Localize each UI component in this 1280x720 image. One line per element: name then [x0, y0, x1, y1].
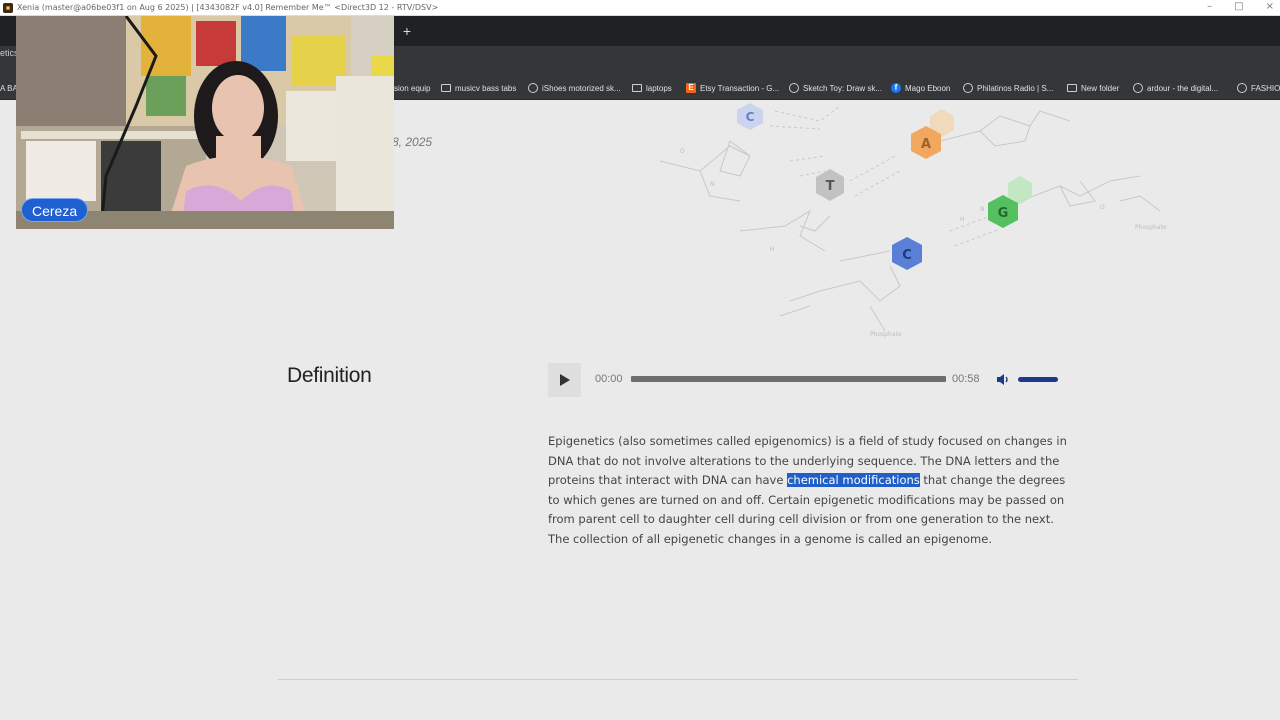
audio-progress-bar[interactable] [631, 376, 946, 382]
audio-player: 00:00 00:58 [548, 363, 1068, 397]
bookmark-label: Philatinos Radio | S... [977, 83, 1054, 93]
current-time: 00:00 [595, 373, 623, 385]
globe-icon [963, 83, 973, 93]
bookmark-item[interactable]: ardour - the digital... [1133, 81, 1218, 95]
bookmark-label: New folder [1081, 83, 1120, 93]
bookmark-item[interactable]: FASHION [1237, 81, 1280, 95]
bookmark-item[interactable]: Philatinos Radio | S... [963, 81, 1053, 95]
window-title: Xenia (master@a06be03f1 on Aug 6 2025) |… [17, 3, 439, 12]
etsy-icon: E [686, 83, 696, 93]
dna-base-label: T [826, 179, 835, 194]
svg-text:H: H [960, 216, 965, 223]
dna-base-label: G [998, 206, 1009, 221]
svg-text:Phosphate: Phosphate [1135, 224, 1167, 231]
partial-tab-label[interactable]: etics [0, 48, 16, 62]
play-button[interactable] [548, 363, 581, 397]
minimize-button[interactable]: – [1207, 1, 1212, 12]
selected-text[interactable]: chemical modifications [787, 473, 920, 487]
svg-text:N: N [710, 181, 715, 188]
dna-base-label: C [902, 248, 912, 263]
webcam-overlay: Cereza [16, 16, 394, 229]
bookmark-label: Etsy Transaction - G... [700, 83, 780, 93]
window-controls: – □ × [1207, 1, 1274, 12]
svg-text:Phosphate: Phosphate [870, 331, 902, 338]
section-heading: Definition [287, 364, 372, 387]
svg-text:N: N [980, 206, 985, 213]
close-button[interactable]: × [1266, 1, 1274, 12]
folder-icon [441, 84, 451, 92]
bookmark-label: Mago Eboon [905, 83, 951, 93]
duration-time: 00:58 [952, 373, 980, 385]
definition-paragraph: Epigenetics (also sometimes called epige… [548, 432, 1068, 549]
bookmark-item[interactable]: Sketch Toy: Draw sk... [789, 81, 882, 95]
svg-text:O: O [680, 148, 685, 155]
article-date: 8, 2025 [392, 135, 433, 149]
bookmark-item[interactable]: E Etsy Transaction - G... [686, 81, 779, 95]
bookmark-item[interactable]: sion equip [394, 81, 430, 95]
dna-base-label: C [746, 110, 755, 124]
bookmark-item[interactable]: musicv bass tabs [441, 81, 516, 95]
bookmark-label: ardour - the digital... [1147, 83, 1219, 93]
content-divider [278, 679, 1078, 680]
bookmark-label: laptops [646, 83, 672, 93]
globe-icon [528, 83, 538, 93]
globe-icon [789, 83, 799, 93]
bookmark-label: iShoes motorized sk... [542, 83, 621, 93]
volume-slider[interactable] [1018, 377, 1058, 382]
folder-icon [632, 84, 642, 92]
xenia-app-icon [3, 2, 13, 13]
folder-icon [1067, 84, 1077, 92]
bookmark-item[interactable]: iShoes motorized sk... [528, 81, 621, 95]
bookmark-item[interactable]: laptops [632, 81, 672, 95]
dna-illustration: O N H H N O Phosphate Phosphate C A T G C [659, 103, 1167, 338]
svg-text:O: O [1100, 204, 1105, 211]
bookmark-item[interactable]: New folder [1067, 81, 1119, 95]
globe-icon [1237, 83, 1247, 93]
window-title-bar: Xenia (master@a06be03f1 on Aug 6 2025) |… [0, 0, 1280, 16]
dna-base-label: A [921, 137, 931, 152]
streamer-name-badge: Cereza [21, 198, 89, 222]
globe-icon [1133, 83, 1143, 93]
maximize-button[interactable]: □ [1234, 1, 1243, 12]
facebook-icon: f [891, 83, 901, 93]
bookmark-item[interactable]: f Mago Eboon [891, 81, 950, 95]
new-tab-button[interactable]: + [400, 23, 414, 39]
svg-text:H: H [770, 246, 775, 253]
volume-icon[interactable] [996, 373, 1010, 386]
bookmark-label: Sketch Toy: Draw sk... [803, 83, 882, 93]
bookmark-label: FASHION [1251, 83, 1280, 93]
bookmark-label: musicv bass tabs [455, 83, 517, 93]
bookmark-label: sion equip [394, 83, 431, 93]
